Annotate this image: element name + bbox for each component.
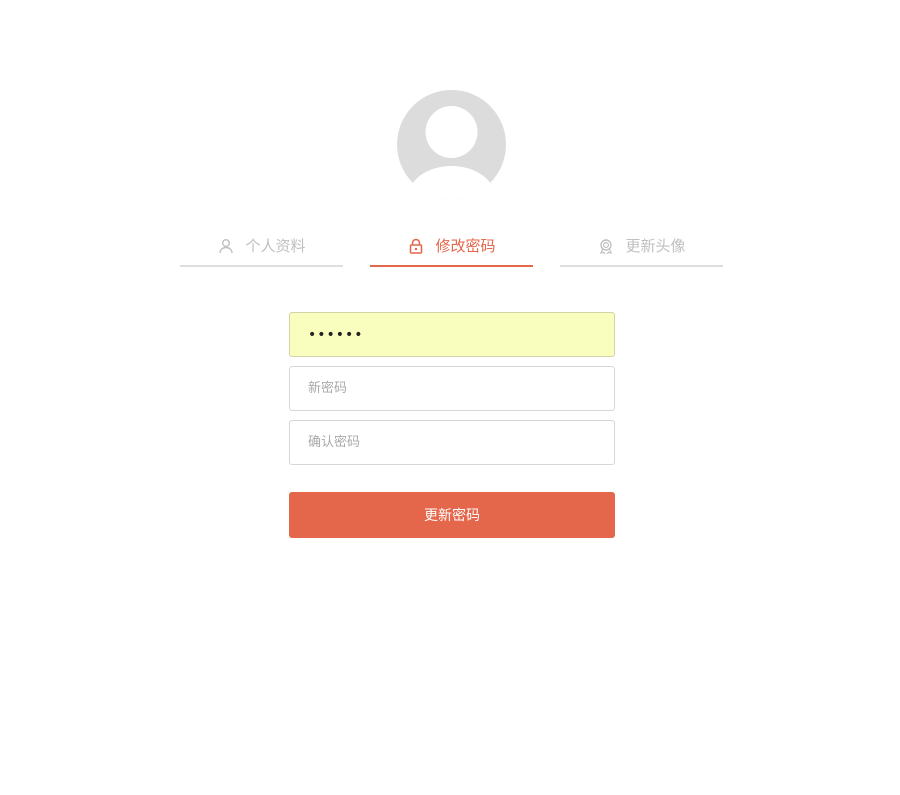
- update-password-button[interactable]: 更新密码: [289, 492, 615, 538]
- user-icon: [217, 237, 235, 255]
- tab-update-avatar-label: 更新头像: [625, 237, 686, 255]
- tab-change-password-label: 修改密码: [435, 237, 496, 255]
- confirm-password-input[interactable]: [289, 420, 615, 465]
- old-password-input[interactable]: [289, 312, 615, 357]
- tab-change-password[interactable]: 修改密码: [370, 226, 533, 267]
- tab-profile[interactable]: 个人资料: [180, 226, 343, 267]
- tab-update-avatar[interactable]: 更新头像: [560, 226, 723, 267]
- user-silhouette-icon: [407, 106, 496, 199]
- tab-profile-label: 个人资料: [245, 237, 306, 255]
- avatar: [397, 90, 506, 199]
- new-password-input[interactable]: [289, 366, 615, 411]
- badge-icon: [597, 237, 615, 255]
- lock-icon: [407, 237, 425, 255]
